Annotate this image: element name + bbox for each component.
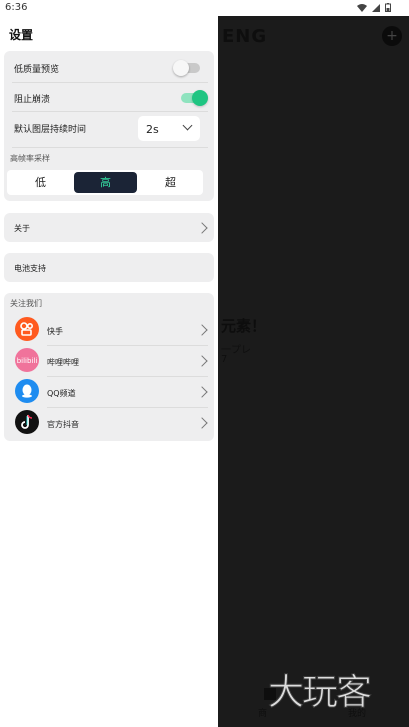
frame-rate-option-high[interactable]: 高 [74,172,137,193]
douyin-label: 官方抖音 [47,420,79,429]
signal-icon [372,3,380,12]
chevron-right-icon [196,222,208,234]
status-time: 6:36 [5,2,28,13]
battery-icon [385,3,391,12]
prevent-crash-label: 阻止崩溃 [14,95,51,105]
background-text: 7 [221,354,228,365]
chevron-down-icon [182,120,193,131]
bilibili-label: 哔哩哔哩 [47,358,79,367]
background-headline: 元素！ [221,317,267,335]
about-label: 关于 [14,224,30,233]
divider [12,147,208,148]
kuaishou-icon [15,317,39,341]
toggle-knob [173,60,189,76]
status-bar: 6:36 [0,0,409,16]
background-title: ENG [222,26,268,47]
toggle-knob [192,90,208,106]
settings-drawer: 设置 低质量预览 阻止崩溃 默认图层持续时间 高帧率采样 2s 低 高 超 关于… [0,16,218,727]
chevron-right-icon [196,386,208,398]
qq-icon [15,379,39,403]
bilibili-icon: bilibili [15,348,39,372]
background-nav-label: 商 [258,709,268,719]
frame-rate-label: 高帧率采样 [10,154,50,163]
chevron-right-icon [196,324,208,336]
douyin-icon [15,410,39,434]
low-quality-preview-label: 低质量预览 [14,65,60,75]
watermark: 大玩客 [267,672,372,714]
follow-qq-row[interactable]: QQ频道 [4,377,214,406]
power-support-label: 电池支持 [14,264,46,273]
low-quality-preview-toggle[interactable] [173,60,200,76]
background-add-icon: + [382,26,402,46]
frame-rate-option-low[interactable]: 低 [9,172,72,193]
about-row[interactable]: 关于 [4,213,214,242]
frame-rate-option-ultra[interactable]: 超 [139,172,202,193]
select-value: 2s [146,123,159,136]
follow-bilibili-row[interactable]: bilibili 哔哩哔哩 [4,346,214,375]
wifi-icon [357,3,367,12]
prevent-crash-row: 阻止崩溃 [4,83,214,112]
follow-us-label: 关注我们 [10,299,42,308]
follow-us-card: 关注我们 快手 bilibili 哔哩哔哩 QQ频道 官方抖音 [4,293,214,441]
default-layer-duration-label: 默认图层持续时间 [14,125,87,135]
follow-douyin-row[interactable]: 官方抖音 [4,408,214,437]
divider [12,111,208,112]
prevent-crash-toggle[interactable] [181,90,208,106]
chevron-right-icon [196,355,208,367]
background-overlay[interactable]: ENG + 元素！ 一プレ 7 商 我的 [218,16,409,727]
svg-text:bilibili: bilibili [17,357,38,365]
drawer-title: 设置 [9,28,34,42]
low-quality-preview-row: 低质量预览 [4,53,214,82]
chevron-right-icon [196,417,208,429]
kuaishou-label: 快手 [47,327,63,336]
qq-label: QQ频道 [47,389,76,398]
follow-kuaishou-row[interactable]: 快手 [4,315,214,344]
power-support-row[interactable]: 电池支持 [4,253,214,282]
default-layer-duration-select[interactable]: 2s [138,116,200,141]
frame-rate-segmented-control: 低 高 超 [7,170,203,195]
